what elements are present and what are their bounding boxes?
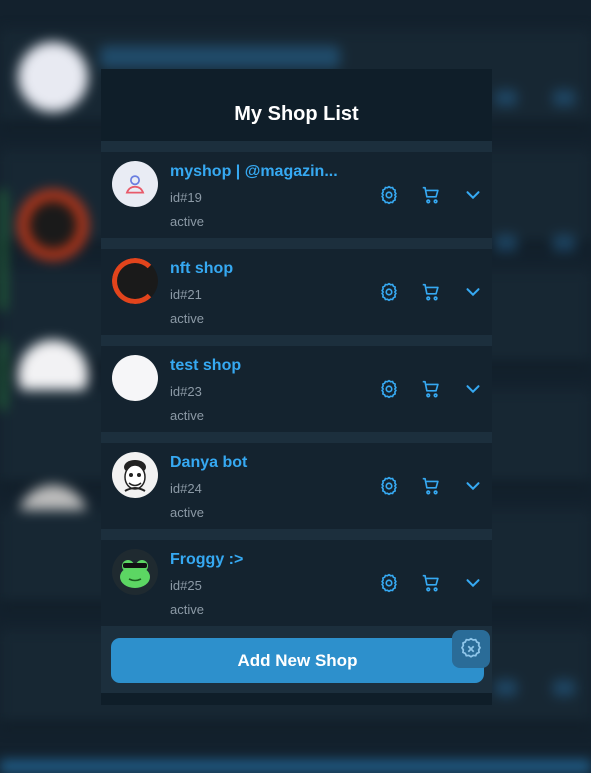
shop-list-item[interactable]: test shop id#23 active [101,335,492,432]
shop-avatar [112,549,158,595]
shop-name[interactable]: nft shop [170,260,233,278]
cart-icon [420,475,442,497]
shop-id: id#19 [170,190,202,205]
shop-name[interactable]: myshop | @magazin... [170,163,338,181]
shop-avatar [112,355,158,401]
shop-cart-button[interactable] [420,572,442,594]
shop-list-modal: My Shop List myshop | @magazin... id#19 ac… [101,69,492,705]
gear-x-icon [460,637,482,658]
gear-icon [378,184,400,206]
chevron-down-icon [462,475,484,497]
chevron-down-icon [462,378,484,400]
chevron-down-icon [462,281,484,303]
shop-expand-button[interactable] [462,378,484,400]
shop-cart-button[interactable] [420,378,442,400]
shop-expand-button[interactable] [462,572,484,594]
shop-status: active [170,602,204,617]
shop-settings-button[interactable] [378,184,400,206]
shop-expand-button[interactable] [462,281,484,303]
shop-name[interactable]: Danya bot [170,454,247,472]
shop-id: id#23 [170,384,202,399]
shop-expand-button[interactable] [462,184,484,206]
shop-settings-button[interactable] [378,475,400,497]
shop-avatar [112,161,158,207]
shop-status: active [170,408,204,423]
shop-list-item[interactable]: Froggy :> id#25 active [101,529,492,626]
shop-id: id#21 [170,287,202,302]
chevron-down-icon [462,184,484,206]
shop-id: id#24 [170,481,202,496]
shop-name[interactable]: Froggy :> [170,551,243,569]
shop-list-item[interactable]: myshop | @magazin... id#19 active [101,141,492,238]
cart-icon [420,184,442,206]
shop-avatar [112,258,158,304]
shop-settings-button[interactable] [378,378,400,400]
shop-list: myshop | @magazin... id#19 active nft shop i… [101,141,492,626]
shop-expand-button[interactable] [462,475,484,497]
add-new-shop-label: Add New Shop [237,650,358,670]
cart-icon [420,281,442,303]
gear-icon [378,572,400,594]
chevron-down-icon [462,572,484,594]
shop-status: active [170,311,204,326]
modal-title: My Shop List [234,103,359,125]
gear-icon [378,281,400,303]
shop-cart-button[interactable] [420,281,442,303]
shop-status: active [170,505,204,520]
cart-icon [420,378,442,400]
gear-icon [378,475,400,497]
shop-cart-button[interactable] [420,184,442,206]
shop-status: active [170,214,204,229]
shop-list-item[interactable]: nft shop id#21 active [101,238,492,335]
shop-cart-button[interactable] [420,475,442,497]
cart-icon [420,572,442,594]
shop-id: id#25 [170,578,202,593]
shop-avatar [112,452,158,498]
shop-settings-button[interactable] [378,572,400,594]
gear-icon [378,378,400,400]
shop-name[interactable]: test shop [170,357,241,375]
shop-settings-button[interactable] [378,281,400,303]
shop-list-item[interactable]: Danya bot id#24 active [101,432,492,529]
modal-footer: Add New Shop [101,626,492,693]
settings-fab-button[interactable] [452,630,490,668]
add-new-shop-button[interactable]: Add New Shop [111,638,484,683]
